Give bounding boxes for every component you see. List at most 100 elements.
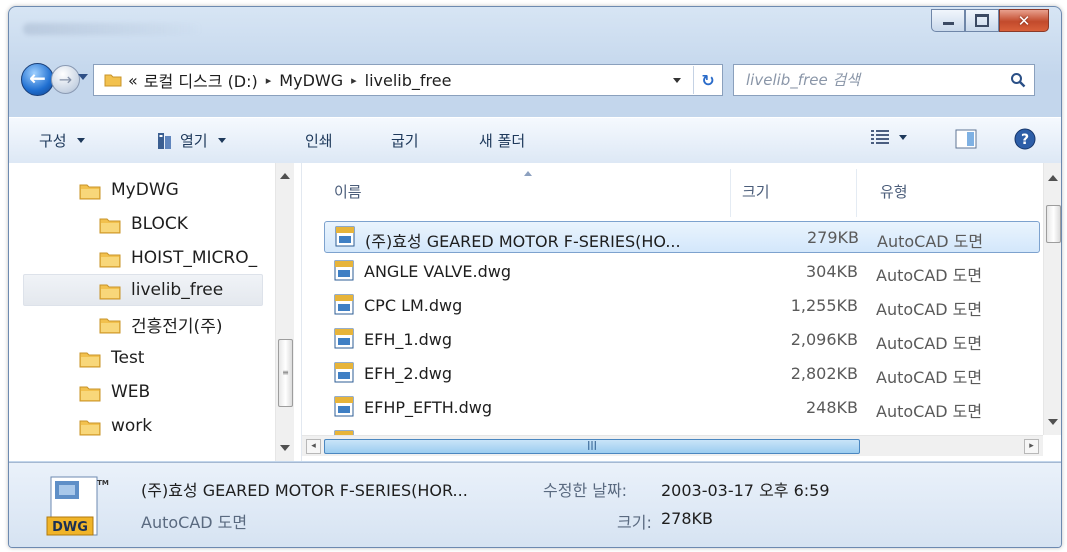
back-arrow-icon: ← [29,66,46,90]
file-list-pane: 이름 크기 유형 (주)효성 GEARED MOTOR F-SERIES(HO.… [302,163,1061,461]
burn-label: 굽기 [391,132,419,150]
new-folder-button[interactable]: 새 폴더 [479,130,525,151]
minimize-button[interactable] [931,9,965,32]
file-size: 2,096KB [790,330,858,349]
column-header-type[interactable]: 유형 [880,181,908,202]
horizontal-scrollbar-thumb[interactable]: ||| [324,439,860,454]
breadcrumb-livelib-free[interactable]: livelib_free [365,71,452,90]
scroll-right-arrow-icon[interactable]: ▸ [1024,439,1039,454]
dwg-file-icon [334,396,354,417]
nav-item-livelib-free[interactable]: livelib_free [23,274,263,306]
nav-item-label: work [111,416,153,436]
dwg-icon-trademark: TM [97,479,109,487]
breadcrumb-local-disk[interactable]: 로컬 디스크 (D:) [144,68,258,92]
close-button[interactable]: ✕ [999,9,1049,32]
nav-item-block[interactable]: BLOCK [99,209,188,239]
scroll-down-arrow-icon[interactable] [1048,419,1058,425]
breadcrumb-separator[interactable]: ▸ [266,74,272,87]
address-history-dropdown[interactable] [673,77,681,83]
nav-item-label: livelib_free [131,280,224,300]
file-row[interactable]: EFH_1.dwg 2,096KB AutoCAD 도면 [324,324,1038,354]
nav-scrollbar-thumb[interactable]: ≡ [278,339,293,407]
folder-icon [99,318,121,334]
file-list-horizontal-scrollbar[interactable]: ◂ ||| ▸ [302,435,1043,456]
nav-item-mydwg[interactable]: MyDWG [79,175,179,205]
back-button[interactable]: ← [21,63,54,96]
maximize-button[interactable] [965,9,999,32]
minimize-icon [942,22,954,25]
scroll-left-arrow-icon[interactable]: ◂ [306,439,321,454]
folder-icon [79,420,101,436]
file-type: AutoCAD 도면 [876,334,983,353]
refresh-button[interactable]: ↻ [693,66,722,94]
column-header-size[interactable]: 크기 [742,181,770,202]
vertical-scrollbar-thumb[interactable] [1046,205,1061,243]
nav-item-label: MyDWG [111,180,179,200]
file-name: EFH_2.dwg [364,364,453,383]
explorer-window: ✕ ← → « 로컬 디스크 (D:) ▸ MyDWG ▸ livelib_fr… [8,6,1062,548]
dwg-file-icon [334,294,354,315]
file-type: AutoCAD 도면 [877,232,984,251]
file-row[interactable]: CPC LM.dwg 1,255KB AutoCAD 도면 [324,290,1038,320]
nav-item-label: BLOCK [131,214,188,234]
blurred-window-title [23,23,203,35]
breadcrumb-mydwg[interactable]: MyDWG [279,71,343,90]
address-bar[interactable]: « 로컬 디스크 (D:) ▸ MyDWG ▸ livelib_free ↻ [93,64,723,96]
scroll-down-arrow-icon[interactable] [280,445,290,451]
file-size: 2,802KB [790,364,858,383]
title-bar[interactable]: ✕ [9,7,1061,52]
file-row[interactable]: ANGLE VALVE.dwg 304KB AutoCAD 도면 [324,256,1038,286]
nav-scrollbar[interactable]: ≡ [275,163,294,461]
close-icon: ✕ [1017,11,1031,30]
file-name: EFH_1.dwg [364,330,453,349]
nav-item-work[interactable]: work [79,411,152,441]
command-toolbar: 구성 열기 인쇄 굽기 새 폴더 ? [9,117,1061,164]
file-type: AutoCAD 도면 [876,266,983,285]
nav-item-hoist-micro[interactable]: HOIST_MICRO_ [99,243,257,273]
file-row[interactable]: EFHP_EFTH.dwg 248KB AutoCAD 도면 [324,392,1038,422]
change-view-button[interactable] [871,130,907,144]
file-row[interactable]: EFH_2.dwg 2,802KB AutoCAD 도면 [324,358,1038,388]
print-button[interactable]: 인쇄 [305,130,333,151]
search-icon[interactable] [1010,72,1026,88]
file-list-vertical-scrollbar[interactable] [1043,163,1061,435]
dwg-file-icon [334,362,354,383]
forward-button[interactable]: → [51,65,80,94]
organize-button[interactable]: 구성 [39,130,85,151]
search-input[interactable] [744,70,1008,90]
nav-item-label: WEB [111,382,151,402]
preview-pane-button[interactable] [955,129,977,149]
folder-icon [79,386,101,402]
nav-item-web[interactable]: WEB [79,377,150,407]
column-divider[interactable] [730,169,731,217]
nav-item-test[interactable]: Test [79,343,144,373]
folder-icon [99,284,121,300]
details-file-name: (주)효성 GEARED MOTOR F-SERIES(HOR... [141,481,468,500]
column-divider[interactable] [856,169,857,217]
svg-text:?: ? [1021,132,1029,148]
burn-button[interactable]: 굽기 [391,130,419,151]
details-size-value: 278KB [661,509,714,528]
nav-item-label: HOIST_MICRO_ [131,248,258,268]
details-modified-label: 수정한 날짜: [543,481,628,500]
scroll-up-arrow-icon[interactable] [1048,175,1058,181]
file-name: (주)효성 GEARED MOTOR F-SERIES(HO... [365,232,681,251]
open-with-icon [158,132,171,149]
details-file-type: AutoCAD 도면 [141,513,248,532]
print-label: 인쇄 [305,132,333,150]
dwg-file-icon [334,260,354,281]
open-button[interactable]: 열기 [157,130,226,151]
file-row-partial[interactable] [324,426,1038,435]
column-header-name[interactable]: 이름 [334,181,362,202]
nav-item-geonheung[interactable]: 건흥전기(주) [99,309,222,339]
scroll-up-arrow-icon[interactable] [280,173,290,179]
breadcrumb-separator[interactable]: ▸ [351,74,357,87]
help-button[interactable]: ? [1014,128,1036,150]
new-folder-label: 새 폴더 [479,132,526,150]
recent-pages-dropdown[interactable] [78,74,88,80]
dwg-file-icon [334,328,354,349]
breadcrumb-overflow[interactable]: « [128,71,138,90]
file-size: 1,255KB [790,296,858,315]
file-row[interactable]: (주)효성 GEARED MOTOR F-SERIES(HO... 279KB … [324,221,1040,253]
folder-icon [99,252,121,268]
